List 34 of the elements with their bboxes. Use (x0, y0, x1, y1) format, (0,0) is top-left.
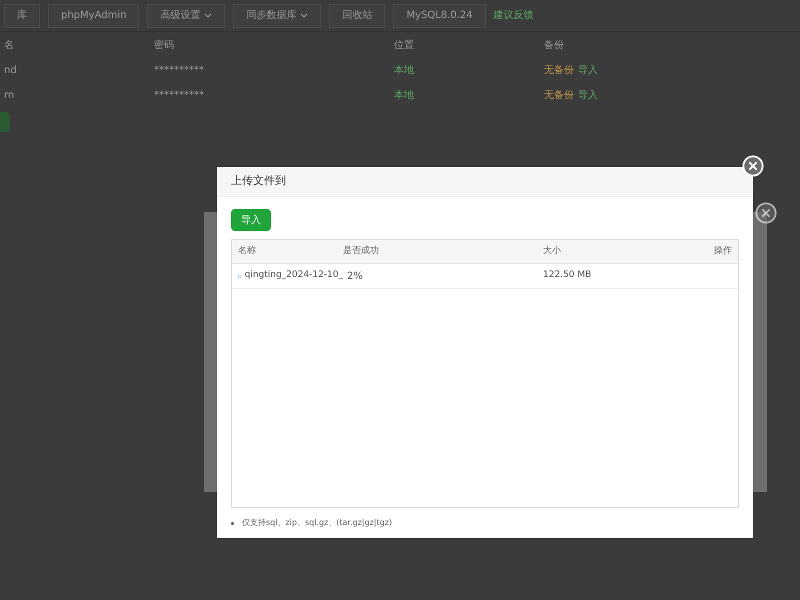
close-icon[interactable] (742, 155, 764, 177)
toolbar-button[interactable]: phpMyAdmin (48, 4, 140, 28)
status-text: 2% (346, 270, 364, 284)
column-header: 位置 (394, 38, 415, 52)
toolbar-button[interactable]: 高级设置 (147, 4, 226, 28)
table-cell-text: nd (4, 64, 18, 78)
backup-status[interactable]: 无备份 (544, 88, 574, 103)
dialog-title: 上传文件到 (231, 173, 286, 190)
toolbar-button[interactable]: 库 (4, 4, 40, 28)
toolbar-button[interactable]: 回收站 (329, 4, 386, 28)
bullet-icon (231, 522, 234, 524)
table-cell-text: 本地 (394, 64, 415, 78)
column-header: 名 (4, 38, 15, 52)
column-header: 操作 (714, 244, 732, 258)
backup-status[interactable]: 无备份 (544, 63, 574, 78)
column-header: 名称 (238, 244, 257, 258)
format-note: 仅支持sql、zip、sql.gz、(tar.gz|gz|tgz) (242, 517, 392, 529)
table-cell-text: ********** (154, 64, 205, 78)
import-link[interactable]: 导入 (578, 63, 598, 78)
table-cell-text: 本地 (394, 88, 415, 103)
import-link[interactable]: 导入 (578, 88, 598, 103)
toolbar-button[interactable]: 同步数据库 (233, 4, 322, 28)
column-header: 是否成功 (343, 244, 380, 258)
toolbar-button[interactable]: MySQL8.0.24 (393, 4, 486, 28)
column-header: 密码 (154, 38, 175, 52)
file-name: qingting_2024-12-10_ (244, 269, 343, 282)
column-header: 大小 (543, 244, 562, 258)
close-icon[interactable] (755, 202, 777, 224)
table-cell-text: rn (4, 89, 16, 103)
column-header: 备份 (544, 38, 565, 52)
table-cell-text: ********** (154, 89, 205, 103)
feedback-link[interactable]: 建议反馈 (494, 8, 534, 23)
import-button[interactable]: 导入 (231, 209, 271, 231)
file-size: 122.50 MB (543, 269, 592, 282)
